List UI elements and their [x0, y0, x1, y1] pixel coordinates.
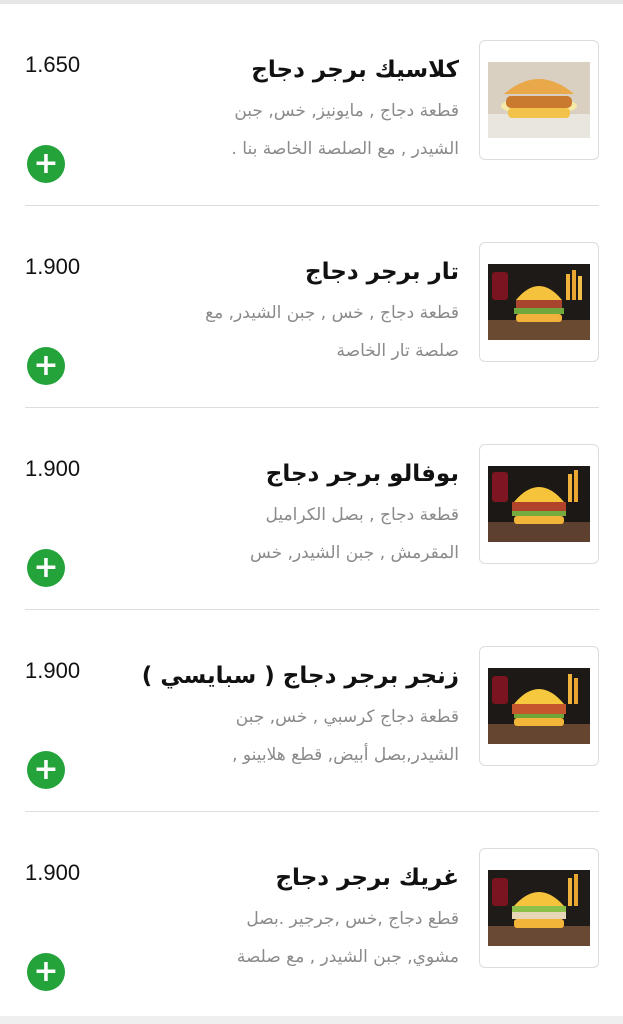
add-to-cart-button[interactable]: +: [27, 347, 65, 385]
item-title: كلاسيك برجر دجاج: [251, 57, 459, 83]
item-description-line: قطع دجاج ,خس ,جرجير .بصل: [246, 909, 459, 929]
item-description-line: قطعة دجاج , مايونيز, خس, جبن: [234, 101, 459, 121]
item-description: قطعة دجاج , بصل الكراميل المقرمش , جبن ا…: [159, 496, 459, 572]
item-title: تار برجر دجاج: [305, 259, 459, 285]
burger-photo-icon: [488, 62, 590, 138]
item-price: 1.900: [25, 860, 81, 885]
burger-photo-icon: [488, 668, 590, 744]
item-price: 1.650: [25, 52, 81, 77]
item-image[interactable]: [479, 646, 599, 766]
item-title: غريك برجر دجاج: [275, 865, 459, 891]
item-description: قطعة دجاج , خس , جبن الشيدر, مع صلصة تار…: [159, 294, 459, 370]
item-text: زنجر برجر دجاج ( سبايسي ) قطعة دجاج كرسب…: [141, 660, 459, 774]
item-price: 1.900: [25, 658, 81, 683]
menu-item[interactable]: 1.900 + زنجر برجر دجاج ( سبايسي ) قطعة د…: [25, 610, 599, 812]
menu-item[interactable]: 1.900 + غريك برجر دجاج قطع دجاج ,خس ,جرج…: [25, 812, 599, 1014]
item-description-line: الشيدر , مع الصلصة الخاصة بنا .: [231, 139, 460, 159]
item-description-line: مشوي, جبن الشيدر , مع صلصة: [236, 947, 459, 967]
item-text: غريك برجر دجاج قطع دجاج ,خس ,جرجير .بصل …: [159, 862, 459, 976]
menu-list: 1.650 + كلاسيك برجر دجاج قطعة دجاج , ماي…: [0, 4, 623, 1014]
menu-item[interactable]: 1.900 + بوفالو برجر دجاج قطعة دجاج , بصل…: [25, 408, 599, 610]
menu-item[interactable]: 1.900 + تار برجر دجاج قطعة دجاج , خس , ج…: [25, 206, 599, 408]
item-description-line: قطعة دجاج كرسبي , خس, جبن: [235, 707, 459, 727]
item-description: قطعة دجاج كرسبي , خس, جبن الشيدر,بصل أبي…: [159, 698, 459, 774]
item-image[interactable]: [479, 242, 599, 362]
item-image[interactable]: [479, 848, 599, 968]
add-to-cart-button[interactable]: +: [27, 145, 65, 183]
burger-photo-icon: [488, 870, 590, 946]
add-to-cart-button[interactable]: +: [27, 549, 65, 587]
add-to-cart-button[interactable]: +: [27, 953, 65, 991]
item-image[interactable]: [479, 444, 599, 564]
item-description-line: المقرمش , جبن الشيدر, خس: [249, 543, 459, 563]
item-title: زنجر برجر دجاج ( سبايسي ): [141, 663, 459, 689]
item-description: قطعة دجاج , مايونيز, خس, جبن الشيدر , مع…: [159, 92, 460, 168]
item-price: 1.900: [25, 254, 81, 279]
item-description: قطع دجاج ,خس ,جرجير .بصل مشوي, جبن الشيد…: [159, 900, 459, 976]
item-price: 1.900: [25, 456, 81, 481]
menu-item[interactable]: 1.650 + كلاسيك برجر دجاج قطعة دجاج , ماي…: [25, 4, 599, 206]
item-title: بوفالو برجر دجاج: [265, 461, 459, 487]
item-text: تار برجر دجاج قطعة دجاج , خس , جبن الشيد…: [159, 256, 459, 370]
add-to-cart-button[interactable]: +: [27, 751, 65, 789]
item-description-line: صلصة تار الخاصة: [336, 341, 459, 361]
burger-photo-icon: [488, 264, 590, 340]
item-image[interactable]: [479, 40, 599, 160]
item-description-line: قطعة دجاج , بصل الكراميل: [265, 505, 460, 525]
item-description-line: قطعة دجاج , خس , جبن الشيدر, مع: [205, 303, 459, 323]
item-text: بوفالو برجر دجاج قطعة دجاج , بصل الكرامي…: [159, 458, 459, 572]
item-text: كلاسيك برجر دجاج قطعة دجاج , مايونيز, خس…: [159, 54, 460, 168]
item-description-line: الشيدر,بصل أبيض, قطع هلابينو ,: [232, 745, 459, 765]
bottom-divider: [0, 1016, 623, 1024]
burger-photo-icon: [488, 466, 590, 542]
